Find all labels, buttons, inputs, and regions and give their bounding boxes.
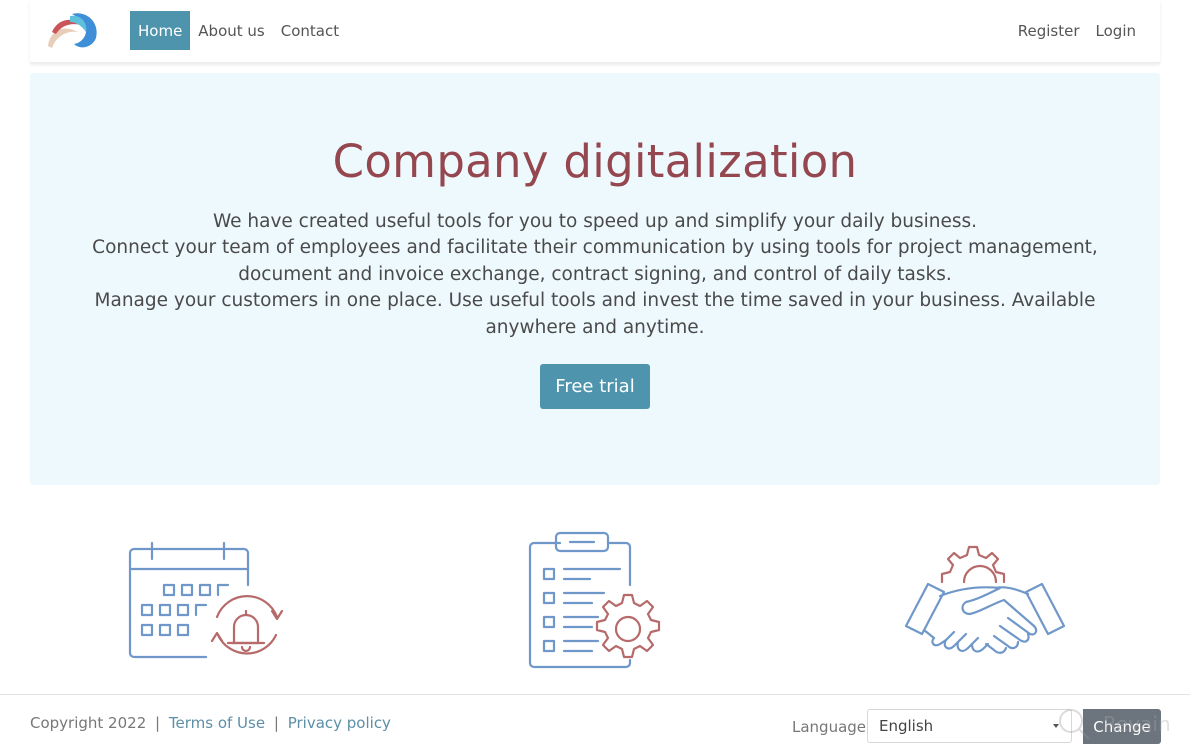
logo-icon[interactable] bbox=[44, 8, 102, 52]
language-select-value: English bbox=[879, 717, 934, 735]
change-language-button[interactable]: Change bbox=[1083, 709, 1161, 744]
nav-link-about-us[interactable]: About us bbox=[190, 11, 272, 50]
privacy-policy-link[interactable]: Privacy policy bbox=[288, 714, 391, 732]
nav-link-register[interactable]: Register bbox=[1010, 11, 1088, 50]
handshake-gear-icon bbox=[904, 545, 1066, 654]
language-select[interactable]: English bbox=[867, 709, 1072, 743]
hero-line-3: Manage your customers in one place. Use … bbox=[94, 290, 1096, 338]
footer-separator: | bbox=[273, 714, 279, 732]
hero-description: We have created useful tools for you to … bbox=[50, 209, 1140, 341]
language-label: Language bbox=[792, 718, 867, 736]
footer: Copyright 2022 | Terms of Use | Privacy … bbox=[0, 694, 1190, 754]
hero-line-2: Connect your team of employees and facil… bbox=[92, 237, 1098, 285]
nav-link-contact[interactable]: Contact bbox=[273, 11, 347, 50]
chevron-down-icon bbox=[1053, 724, 1059, 728]
checklist-settings-icon bbox=[528, 531, 661, 669]
footer-links: Copyright 2022 | Terms of Use | Privacy … bbox=[30, 714, 391, 732]
hero-line-1: We have created useful tools for you to … bbox=[212, 211, 978, 232]
terms-of-use-link[interactable]: Terms of Use bbox=[169, 714, 265, 732]
nav-link-home[interactable]: Home bbox=[130, 11, 191, 50]
hero-title: Company digitalization bbox=[332, 135, 858, 188]
free-trial-button[interactable]: Free trial bbox=[540, 364, 650, 409]
top-navbar: Home About us Contact Register Login bbox=[30, 0, 1160, 63]
footer-separator: | bbox=[155, 714, 161, 732]
nav-link-login[interactable]: Login bbox=[1088, 11, 1144, 50]
copyright-text: Copyright 2022 bbox=[30, 714, 147, 732]
hero-section: Company digitalization We have created u… bbox=[30, 73, 1160, 485]
calendar-reminder-icon bbox=[128, 541, 284, 659]
